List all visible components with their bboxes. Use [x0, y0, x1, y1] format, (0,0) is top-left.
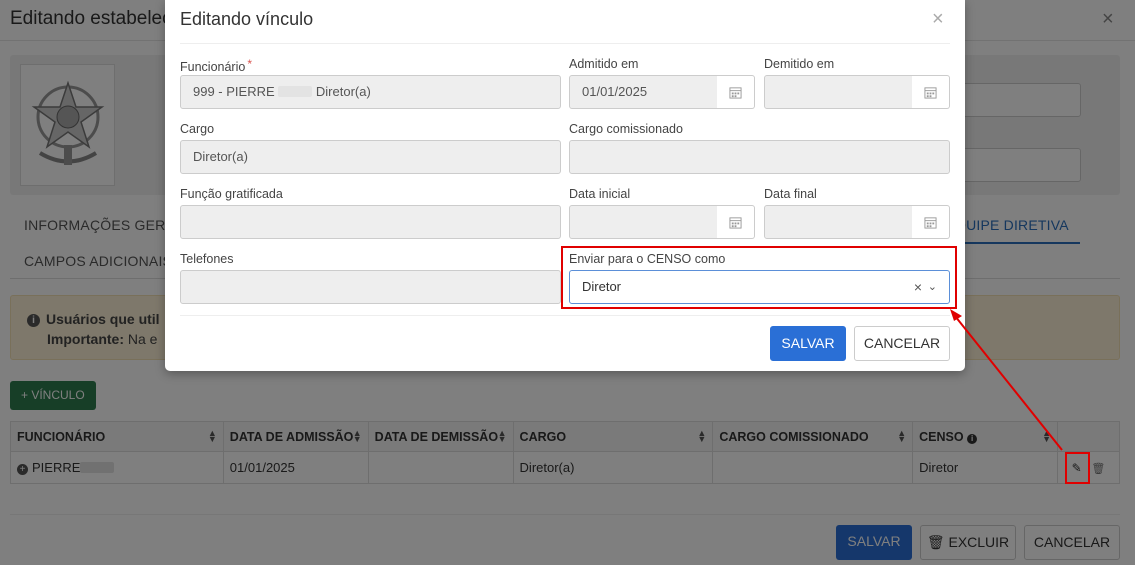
calendar-icon[interactable]: [912, 75, 950, 109]
data-final-field: [764, 205, 913, 239]
highlight-edit-box: [1065, 452, 1090, 484]
data-final-label: Data final: [764, 187, 817, 201]
cargo-comissionado-field: [569, 140, 950, 174]
data-inicial-label: Data inicial: [569, 187, 631, 201]
data-final-date-picker: [764, 205, 950, 239]
close-icon[interactable]: ×: [932, 9, 944, 29]
demitido-label: Demitido em: [764, 57, 835, 71]
calendar-icon[interactable]: [717, 205, 755, 239]
demitido-date-picker: [764, 75, 950, 109]
funcionario-field: 999 - PIERRE Diretor(a): [180, 75, 561, 109]
cargo-comissionado-label: Cargo comissionado: [569, 122, 683, 136]
highlight-censo-box: [561, 246, 957, 309]
telefones-field: [180, 270, 561, 304]
cancel-button[interactable]: CANCELAR: [854, 326, 950, 361]
modal-footer-divider: [180, 315, 950, 316]
data-inicial-field: [569, 205, 718, 239]
demitido-field: [764, 75, 913, 109]
admitido-field: 01/01/2025: [569, 75, 718, 109]
calendar-icon[interactable]: [912, 205, 950, 239]
cargo-field: Diretor(a): [180, 140, 561, 174]
data-inicial-date-picker: [569, 205, 755, 239]
funcao-gratificada-label: Função gratificada: [180, 187, 283, 201]
funcionario-label: Funcionário *: [180, 57, 252, 74]
admitido-label: Admitido em: [569, 57, 639, 71]
edit-vinculo-modal: Editando vínculo × Funcionário * 999 - PI…: [165, 0, 965, 371]
admitido-date-picker: 01/01/2025: [569, 75, 755, 109]
telefones-label: Telefones: [180, 252, 234, 266]
redacted-text: [278, 86, 313, 97]
funcao-gratificada-field: [180, 205, 561, 239]
save-button[interactable]: SALVAR: [770, 326, 846, 361]
modal-title: Editando vínculo: [180, 9, 314, 29]
cargo-label: Cargo: [180, 122, 215, 136]
modal-header-divider: [180, 43, 950, 44]
calendar-icon[interactable]: [717, 75, 755, 109]
